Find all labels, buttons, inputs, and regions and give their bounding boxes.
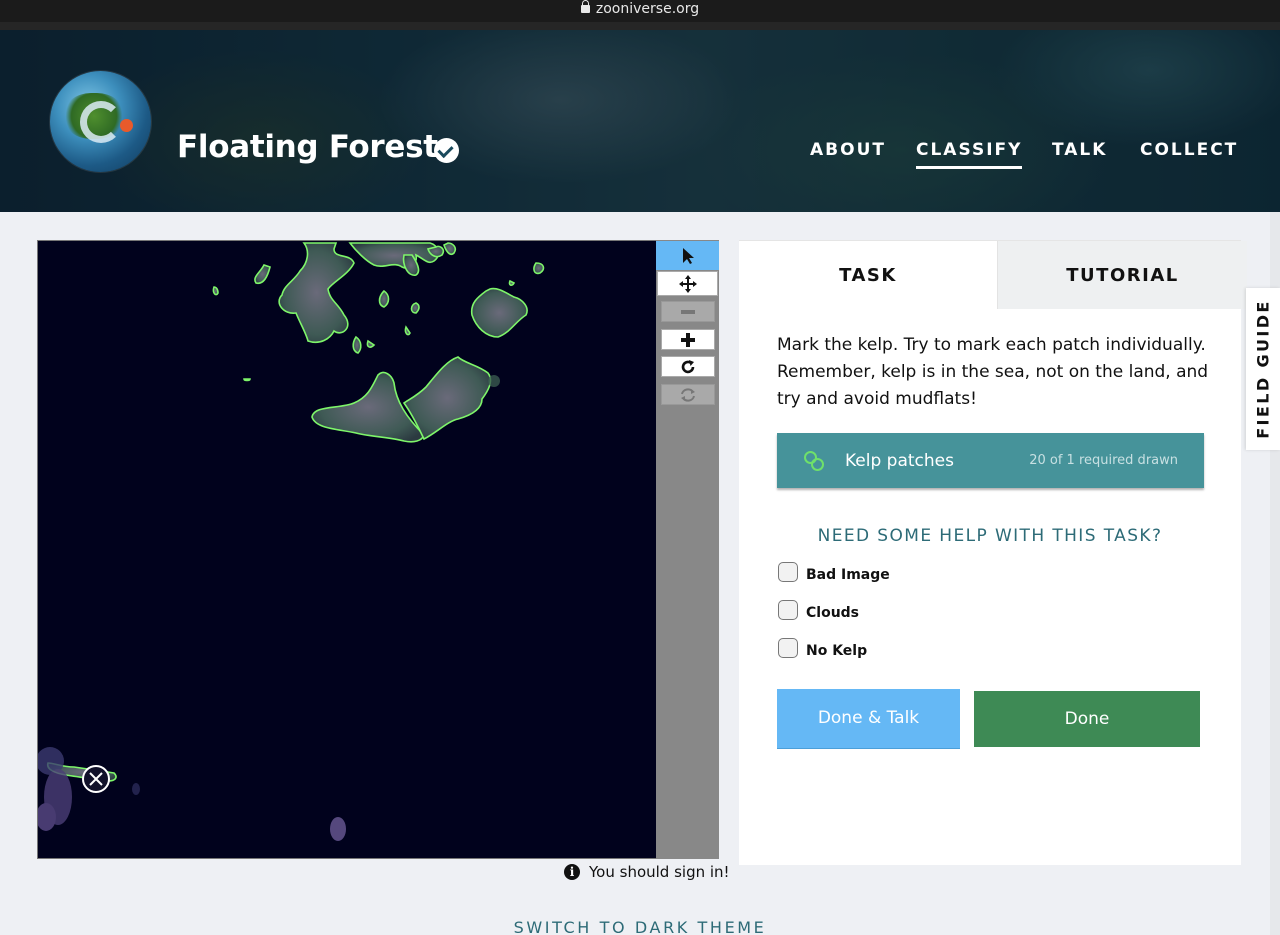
- kelp-mark[interactable]: [378, 289, 390, 308]
- checkbox-box[interactable]: [778, 638, 798, 658]
- checkbox-no-kelp[interactable]: No Kelp: [778, 638, 868, 661]
- tab-tutorial[interactable]: TUTORIAL: [997, 241, 1247, 309]
- avatar-ring: [80, 101, 122, 143]
- kelp-mark[interactable]: [212, 286, 219, 296]
- project-header: Floating Forests ABOUT CLASSIFY TALK COL…: [0, 30, 1280, 212]
- header-background: [0, 30, 1280, 212]
- project-avatar[interactable]: [50, 71, 151, 172]
- checkbox-clouds[interactable]: Clouds: [778, 600, 860, 623]
- move-tool-button[interactable]: [657, 271, 718, 296]
- field-guide-label: FIELD GUIDE: [1253, 299, 1273, 439]
- checkbox-bad-image[interactable]: Bad Image: [778, 562, 890, 585]
- field-guide-tab[interactable]: FIELD GUIDE: [1246, 288, 1280, 450]
- checkbox-label: Bad Image: [806, 567, 890, 583]
- sign-in-notice[interactable]: i You should sign in!: [564, 863, 730, 881]
- lock-icon: [580, 0, 590, 13]
- done-and-talk-button[interactable]: Done & Talk: [777, 689, 960, 749]
- tool-label: Kelp patches: [845, 450, 954, 471]
- kelp-mark[interactable]: [443, 242, 457, 256]
- kelp-mark[interactable]: [348, 242, 440, 269]
- switch-dark-theme-button[interactable]: SWITCH TO DARK THEME: [0, 918, 1280, 935]
- browser-bar-divider: [0, 22, 1280, 30]
- kelp-mark[interactable]: [508, 279, 516, 286]
- reset-icon: [681, 387, 695, 402]
- kelp-mark[interactable]: [352, 335, 362, 354]
- zoom-in-button[interactable]: [661, 329, 715, 350]
- help-link[interactable]: NEED SOME HELP WITH THIS TASK?: [739, 526, 1241, 546]
- sign-in-text: You should sign in!: [589, 863, 730, 881]
- checkbox-label: No Kelp: [806, 643, 868, 659]
- avatar-dot: [120, 119, 133, 132]
- subject-image-viewer[interactable]: [37, 240, 657, 859]
- zoom-out-button[interactable]: [661, 301, 715, 322]
- rotate-button[interactable]: [661, 356, 715, 377]
- kelp-mark[interactable]: [254, 264, 271, 285]
- polygon-tool-icon: [804, 450, 826, 472]
- kelp-patches-tool-button[interactable]: Kelp patches 20 of 1 required drawn: [777, 433, 1204, 488]
- project-title[interactable]: Floating Forests: [177, 129, 456, 165]
- tab-task[interactable]: TASK: [739, 241, 997, 309]
- nav-classify[interactable]: CLASSIFY: [916, 140, 1023, 169]
- reset-button[interactable]: [661, 384, 715, 405]
- rotate-icon: [681, 359, 695, 373]
- done-button[interactable]: Done: [974, 691, 1200, 747]
- verified-badge-icon: [434, 138, 459, 163]
- kelp-mark[interactable]: [410, 302, 420, 314]
- move-icon: [678, 274, 697, 293]
- browser-bar: zooniverse.org: [0, 0, 1280, 30]
- nav-about[interactable]: ABOUT: [810, 140, 886, 160]
- kelp-mark[interactable]: [278, 242, 355, 344]
- url-text: zooniverse.org: [595, 1, 700, 17]
- info-icon: i: [564, 864, 580, 880]
- delete-mark-icon[interactable]: [82, 765, 110, 793]
- checkbox-box[interactable]: [778, 562, 798, 582]
- zoom-in-icon: [681, 332, 695, 347]
- nav-talk[interactable]: TALK: [1052, 140, 1107, 160]
- task-instructions: Mark the kelp. Try to mark each patch in…: [777, 335, 1209, 409]
- checkbox-box[interactable]: [778, 600, 798, 620]
- zoom-out-icon: [681, 309, 695, 314]
- viewer-toolbar: [656, 240, 719, 859]
- task-panel: TASK TUTORIAL Mark the kelp. Try to mark…: [739, 240, 1247, 865]
- kelp-mark[interactable]: [470, 287, 528, 338]
- kelp-mark[interactable]: [404, 325, 411, 336]
- subject-image[interactable]: [38, 241, 657, 859]
- kelp-mark[interactable]: [243, 378, 251, 382]
- tool-count: 20 of 1 required drawn: [1029, 453, 1178, 468]
- pointer-icon: [682, 247, 694, 264]
- pointer-tool-button[interactable]: [656, 241, 719, 270]
- kelp-mark[interactable]: [366, 339, 376, 348]
- nav-collect[interactable]: COLLECT: [1140, 140, 1238, 160]
- address-bar[interactable]: zooniverse.org: [0, 0, 1280, 20]
- kelp-mark[interactable]: [533, 262, 545, 275]
- checkbox-label: Clouds: [806, 605, 860, 621]
